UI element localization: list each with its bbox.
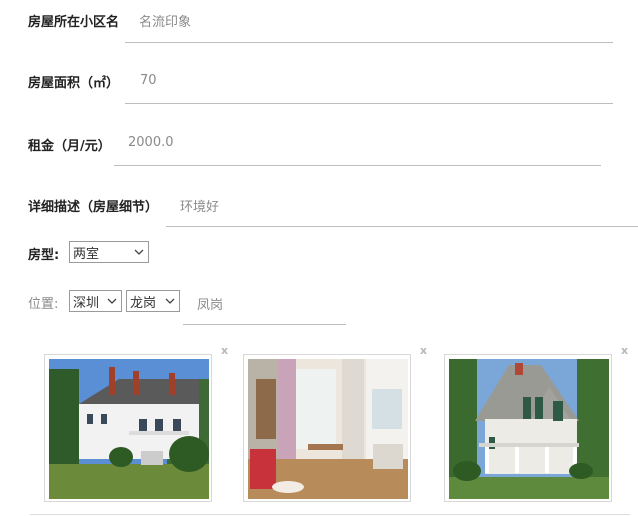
area-input[interactable]: 70	[140, 73, 157, 88]
remove-photo-2-button[interactable]: x	[420, 344, 427, 357]
description-label: 详细描述（房屋细节）	[28, 200, 159, 215]
interior-room-photo[interactable]	[243, 354, 411, 502]
bottom-divider	[30, 514, 630, 515]
community-underline	[125, 42, 613, 43]
interior-room-photo-image	[248, 359, 408, 499]
street-input[interactable]: 凤岗	[197, 294, 223, 313]
description-underline	[166, 226, 638, 227]
room-type-label: 房型:	[28, 248, 60, 263]
district-select[interactable]: 龙岗	[126, 290, 180, 312]
chevron-down-icon	[134, 249, 144, 255]
street-underline	[183, 324, 346, 325]
area-label: 房屋面积（㎡）	[28, 76, 120, 91]
house-exterior-photo-2-image	[449, 359, 609, 499]
description-input[interactable]: 环境好	[180, 196, 219, 215]
house-exterior-photo-1-image	[49, 359, 209, 499]
chevron-down-icon	[107, 298, 117, 304]
room-type-value: 两室	[73, 246, 100, 262]
room-type-select[interactable]: 两室	[69, 241, 149, 263]
community-label: 房屋所在小区名	[28, 15, 120, 30]
remove-photo-3-button[interactable]: x	[621, 344, 628, 357]
city-select[interactable]: 深圳	[69, 290, 122, 312]
rent-input[interactable]: 2000.0	[128, 135, 174, 150]
rent-underline	[114, 165, 601, 166]
district-value: 龙岗	[130, 295, 157, 311]
location-label: 位置:	[28, 297, 59, 312]
city-value: 深圳	[73, 295, 100, 311]
house-exterior-photo-2[interactable]	[444, 354, 612, 502]
community-input[interactable]: 名流印象	[139, 11, 191, 30]
chevron-down-icon	[165, 298, 175, 304]
rent-label: 租金（月/元）	[28, 139, 111, 154]
remove-photo-1-button[interactable]: x	[221, 344, 228, 357]
house-exterior-photo-1[interactable]	[44, 354, 212, 502]
area-underline	[125, 103, 613, 104]
